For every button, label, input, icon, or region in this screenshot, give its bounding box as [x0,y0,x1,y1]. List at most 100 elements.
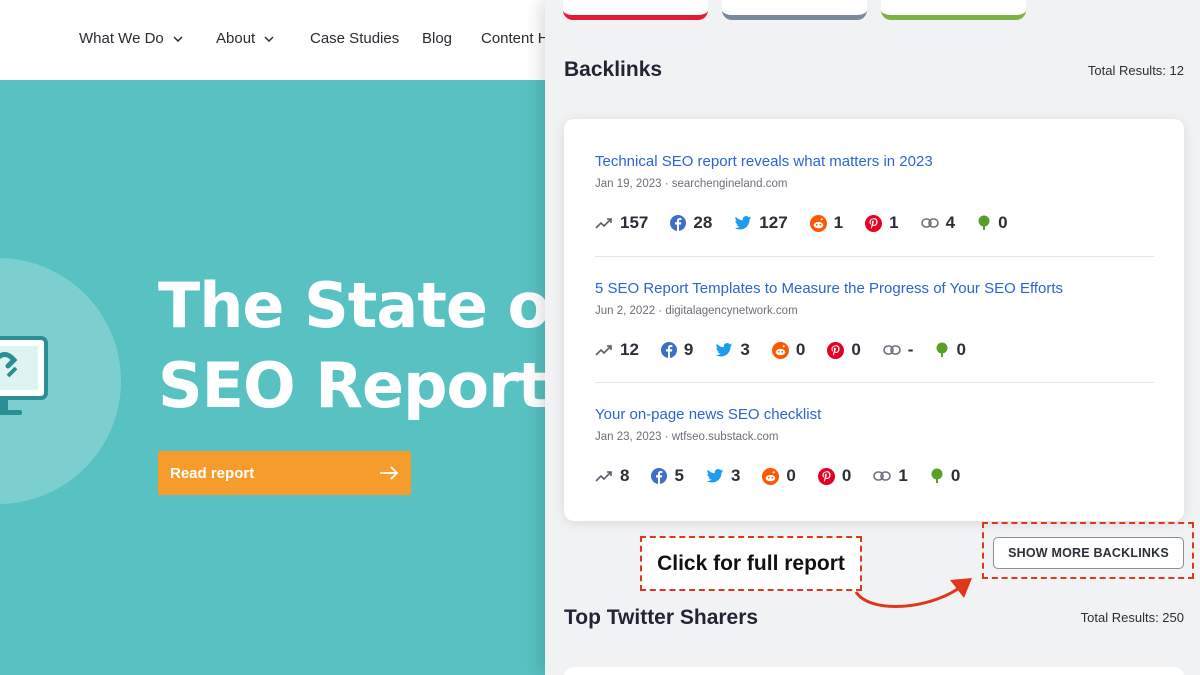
stat-value: 1 [898,466,908,485]
link-icon [920,218,939,228]
stat-links: - [882,340,914,360]
backlink-item: Technical SEO report reveals what matter… [595,153,1154,232]
hero-title-line1: The State of [158,269,545,342]
nav-item-content-hub[interactable]: Content H [481,30,545,47]
stat-value: 0 [950,466,961,485]
stat-evergreen: 0 [930,466,960,486]
stat-evergreen: 0 [935,340,966,360]
stat-reddit: 1 [809,213,844,233]
backlinks-total-results: Total Results: 12 [1087,63,1184,78]
backlink-title-link[interactable]: 5 SEO Report Templates to Measure the Pr… [595,280,1154,297]
backlink-stats: 157 28 127 1 1 4 0 [595,213,1030,233]
backlink-meta: Jun 2, 2022 · digitalagencynetwork.com [595,305,798,317]
stat-value: 5 [674,466,684,485]
trending-up-icon [595,471,612,482]
site-navbar: What We Do About Case Studies Blog Conte… [0,0,545,80]
stat-value: - [907,340,914,359]
stat-twitter: 3 [706,466,740,486]
backlink-stats: 12 9 3 0 0 - 0 [595,340,988,360]
stat-pinterest: 0 [827,340,861,360]
stat-twitter: 127 [734,213,788,233]
facebook-icon [651,468,668,484]
stat-value: 0 [956,340,966,359]
hero-title-line2: SEO Report 2 [158,349,545,422]
nav-item-blog[interactable]: Blog [422,30,452,47]
nav-item-label: Content H [481,30,545,47]
nav-item-case-studies[interactable]: Case Studies [310,30,399,47]
backlink-stats: 8 5 3 0 0 1 0 [595,466,982,486]
pinterest-icon [865,214,883,232]
nav-item-label: What We Do [79,30,164,47]
twitter-icon [716,342,733,357]
stat-value: 28 [693,213,713,232]
stat-links: 4 [920,213,956,233]
stat-facebook: 9 [660,340,694,360]
stat-facebook: 5 [651,466,684,486]
stat-value: 3 [740,340,750,359]
reddit-icon [771,341,789,359]
divider [595,382,1154,383]
stat-value: 127 [759,213,788,232]
stat-value: 4 [945,213,956,232]
backlinks-heading: Backlinks [564,58,663,81]
stat-pinterest: 1 [865,213,899,233]
computer-link-illustration-icon [0,336,48,415]
stat-trend: 12 [595,340,639,360]
stat-value: 12 [620,340,639,359]
twitter-sharers-heading: Top Twitter Sharers [564,606,759,629]
backlink-item: 5 SEO Report Templates to Measure the Pr… [595,280,1154,359]
reddit-icon [809,214,827,232]
annotation-highlight-frame [982,522,1194,579]
stat-value: 0 [795,340,806,359]
twitter-icon [735,215,752,230]
backlink-title-link[interactable]: Technical SEO report reveals what matter… [595,153,1154,170]
stat-value: 0 [998,213,1008,232]
annotation-callout: Click for full report [640,536,862,591]
backlink-meta: Jan 19, 2023 · searchengineland.com [595,178,788,190]
pinterest-icon [827,341,845,359]
stat-pinterest: 0 [817,466,851,486]
twitter-icon [706,468,724,483]
stat-links: 1 [873,466,908,486]
trending-up-icon [595,218,612,229]
annotation-arrow-icon [854,578,972,608]
stat-value: 1 [889,213,899,232]
link-icon [873,471,892,481]
read-report-label: Read report [170,464,255,482]
twitter-sharers-card [564,667,1184,675]
website-background: What We Do About Case Studies Blog Conte… [0,0,545,675]
reddit-icon [762,467,780,485]
tab-stub-red[interactable] [563,0,708,20]
hero-section: The State of SEO Report 2 Read report [0,80,545,675]
evergreen-tree-icon [978,215,990,230]
nav-item-label: Case Studies [310,30,400,47]
stat-value: 8 [620,466,630,485]
pinterest-icon [817,467,835,485]
facebook-icon [660,342,677,358]
twitter-sharers-total-results: Total Results: 250 [1080,610,1184,625]
trending-up-icon [595,345,612,356]
nav-item-label: About [216,30,256,47]
nav-item-label: Blog [422,30,453,47]
tab-stub-green[interactable] [881,0,1026,20]
stat-value: 1 [833,213,844,232]
chevron-down-icon [173,35,183,42]
read-report-button[interactable]: Read report [158,451,411,495]
tab-stub-grey[interactable] [722,0,867,20]
stat-facebook: 28 [670,213,712,233]
divider [595,256,1154,257]
stat-twitter: 3 [715,340,750,360]
stat-trend: 157 [595,213,648,233]
evergreen-tree-icon [936,342,948,357]
evergreen-tree-icon [931,468,943,483]
stat-value: 9 [683,340,694,359]
stat-reddit: 0 [762,466,796,486]
stat-value: 0 [786,466,796,485]
nav-item-what-we-do[interactable]: What We Do [79,30,183,47]
link-icon [882,345,901,355]
stat-value: 0 [851,340,861,359]
hero-title: The State of SEO Report 2 [158,266,545,426]
backlink-title-link[interactable]: Your on-page news SEO checklist [595,406,1154,423]
backlinks-card: Technical SEO report reveals what matter… [564,119,1184,521]
nav-item-about[interactable]: About [216,30,274,47]
